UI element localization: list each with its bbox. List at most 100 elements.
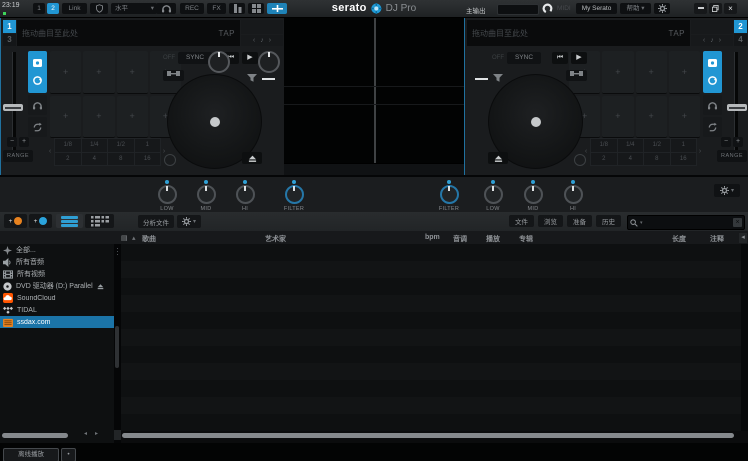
browse-panel-button[interactable]: 浏览 — [538, 215, 563, 227]
eject-button[interactable] — [242, 152, 262, 164]
column-album[interactable]: 专辑 — [519, 234, 533, 244]
loop-size-button[interactable]: 1/8 — [590, 138, 618, 153]
loop-size-button[interactable]: 1 — [670, 138, 698, 153]
play-button[interactable]: ▶ — [571, 52, 587, 64]
eject-button[interactable] — [488, 152, 508, 164]
loop-in-out-button[interactable] — [566, 70, 587, 81]
loop-size-button[interactable]: 16 — [670, 152, 698, 167]
loop-size-button[interactable]: 8 — [107, 152, 135, 167]
column-bpm[interactable]: bpm — [425, 234, 440, 241]
loop-smaller-button[interactable]: ‹ — [46, 138, 54, 165]
hot-cue-pad[interactable]: + — [602, 51, 633, 94]
sidebar-item-crate-selected[interactable]: ssdax.com — [0, 316, 114, 328]
link-button[interactable]: Link — [62, 3, 87, 14]
pane-splitter[interactable] — [114, 244, 121, 443]
loop-size-button[interactable]: 1/2 — [107, 138, 135, 153]
pad-mode-loop-button[interactable] — [28, 117, 47, 137]
beatjump-back-button[interactable]: ‹ — [703, 37, 705, 44]
hot-cue-pad[interactable]: + — [117, 96, 148, 139]
cue-headphone-button[interactable] — [156, 3, 176, 14]
deck-number-inactive[interactable]: 4 — [734, 34, 747, 47]
pad-mode-cue-monitor-button[interactable] — [703, 95, 722, 115]
hot-cue-pad[interactable]: + — [50, 51, 81, 94]
sync-button[interactable]: SYNC — [178, 52, 212, 64]
loop-size-button[interactable]: 16 — [134, 152, 162, 167]
loop-size-button[interactable]: 1/4 — [81, 138, 109, 153]
track-title-area[interactable]: 拖动曲目至此处 TAP — [467, 20, 690, 46]
filter-cue-funnel-button[interactable] — [492, 70, 504, 88]
add-smart-crate-button[interactable]: + — [29, 214, 52, 228]
track-list-hscroll-thumb[interactable] — [122, 433, 734, 438]
scroll-right-icon[interactable]: ▸ — [95, 430, 98, 437]
status-column-icon[interactable]: ▤ — [121, 234, 128, 242]
eject-icon[interactable] — [97, 283, 104, 290]
track-list-vscroll-track[interactable] — [741, 244, 748, 431]
sidebar-item-dvd-drive[interactable]: DVD 驱动器 (D:) Parallel — [0, 280, 114, 292]
eq-knob-low-left[interactable]: LOW — [156, 180, 178, 212]
search-input[interactable] — [645, 218, 731, 227]
play-button[interactable]: ▶ — [242, 52, 258, 64]
range-minus-button[interactable]: − — [7, 137, 17, 147]
beatjump-forward-button[interactable]: › — [719, 37, 721, 44]
sync-off-button[interactable]: OFF — [163, 55, 175, 61]
column-comment[interactable]: 注释 — [710, 234, 724, 244]
hot-cue-pad[interactable]: + — [636, 51, 667, 94]
hot-cue-pad[interactable]: + — [636, 96, 667, 139]
deck-number-active[interactable]: 1 — [3, 20, 16, 33]
sync-off-button[interactable]: OFF — [492, 55, 504, 61]
range-minus-button[interactable]: − — [721, 137, 731, 147]
rec-button[interactable]: REC — [180, 3, 204, 14]
loop-bigger-button[interactable]: › — [696, 138, 704, 165]
sidebar-hscroll-thumb[interactable] — [2, 433, 68, 438]
loop-size-button[interactable]: 4 — [81, 152, 109, 167]
filter-cue-funnel-button[interactable] — [246, 70, 258, 88]
deck-count-4-button[interactable]: 2 — [47, 3, 59, 14]
scroll-left-icon[interactable]: ◂ — [84, 430, 87, 437]
loop-smaller-button[interactable]: ‹ — [582, 138, 590, 165]
hot-cue-pad[interactable]: + — [83, 96, 114, 139]
beatjump-back-button[interactable]: ‹ — [253, 37, 255, 44]
loop-size-button[interactable]: 1 — [134, 138, 162, 153]
loop-size-button[interactable]: 4 — [617, 152, 645, 167]
sampler-grid-button[interactable] — [248, 3, 264, 14]
analyze-files-button[interactable]: 分析文件 — [138, 215, 174, 228]
range-button[interactable]: RANGE — [3, 150, 33, 162]
column-key[interactable]: 音调 — [453, 234, 467, 244]
add-crate-button[interactable]: + — [4, 214, 27, 228]
clear-search-icon[interactable]: × — [733, 218, 742, 227]
pad-mode-cue-monitor-button[interactable] — [28, 95, 47, 115]
close-button[interactable]: × — [724, 3, 737, 14]
session-options-button[interactable]: • — [61, 448, 76, 461]
loop-size-button[interactable]: 1/4 — [617, 138, 645, 153]
tap-tempo-button[interactable]: TAP — [669, 29, 685, 38]
hot-cue-pad[interactable]: + — [602, 96, 633, 139]
eq-knob-mid-left[interactable]: MID — [195, 180, 217, 212]
loop-size-button[interactable]: 1/8 — [54, 138, 82, 153]
settings-button[interactable] — [654, 3, 670, 14]
deck-gain-knob[interactable] — [258, 51, 280, 73]
fx-button[interactable]: FX — [207, 3, 226, 14]
display-mode-select[interactable]: 水平▾ — [111, 3, 157, 14]
sidebar-item-all-audio[interactable]: 所有音频 — [0, 256, 114, 268]
hot-cue-pad[interactable]: + — [669, 96, 700, 139]
dvs-shield-button[interactable] — [90, 3, 108, 14]
offline-session-button[interactable]: 离线播放 — [3, 448, 59, 461]
view-horizontal-button[interactable] — [56, 214, 83, 228]
hot-cue-pad[interactable]: + — [50, 96, 81, 139]
help-dropdown[interactable]: 帮助 ▾ — [620, 3, 651, 14]
library-settings-dropdown[interactable]: ▾ — [177, 215, 201, 228]
vertical-panels-button[interactable] — [229, 3, 245, 14]
hot-cue-pad[interactable]: + — [83, 51, 114, 94]
pad-mode-hotcue-button[interactable] — [703, 51, 722, 93]
filter-knob-right[interactable]: FILTER — [438, 180, 460, 212]
prepare-panel-button[interactable]: 准备 — [567, 215, 592, 227]
restore-button[interactable] — [709, 3, 722, 14]
range-plus-button[interactable]: + — [19, 137, 29, 147]
eq-knob-hi-right[interactable]: HI — [562, 180, 584, 212]
hot-cue-pad[interactable]: + — [669, 51, 700, 94]
column-artist[interactable]: 艺术家 — [265, 234, 286, 244]
deck-number-inactive[interactable]: 3 — [3, 34, 16, 47]
midi-button[interactable]: MIDI — [557, 5, 571, 12]
loop-size-button[interactable]: 2 — [54, 152, 82, 167]
loop-size-button[interactable]: 8 — [643, 152, 671, 167]
